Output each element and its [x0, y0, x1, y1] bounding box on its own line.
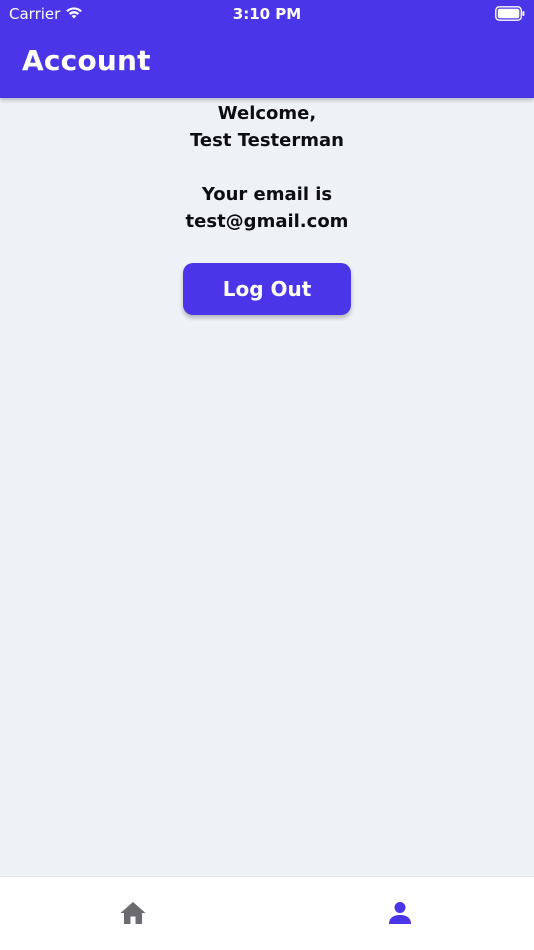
- account-content: Welcome, Test Testerman Your email is te…: [0, 98, 534, 315]
- user-name: Test Testerman: [190, 130, 344, 151]
- account-screen: Carrier 3:10 PM Account Welcome, Test Te…: [0, 0, 534, 950]
- email-label: Your email is: [201, 184, 333, 205]
- home-icon: [120, 902, 146, 924]
- status-bar: Carrier 3:10 PM: [0, 0, 534, 28]
- battery-icon: [495, 6, 525, 21]
- email-info: Your email is test@gmail.com: [0, 181, 534, 235]
- welcome-message: Welcome, Test Testerman: [0, 100, 534, 154]
- page-title: Account: [22, 44, 151, 77]
- app-header: Carrier 3:10 PM Account: [0, 0, 534, 98]
- tab-account[interactable]: [380, 897, 420, 929]
- logout-button[interactable]: Log Out: [183, 263, 351, 315]
- tab-bar: [0, 876, 534, 950]
- person-icon: [389, 902, 411, 924]
- status-time: 3:10 PM: [232, 5, 302, 23]
- tab-home[interactable]: [113, 897, 153, 929]
- email-value: test@gmail.com: [185, 211, 349, 232]
- welcome-greeting: Welcome,: [217, 103, 317, 124]
